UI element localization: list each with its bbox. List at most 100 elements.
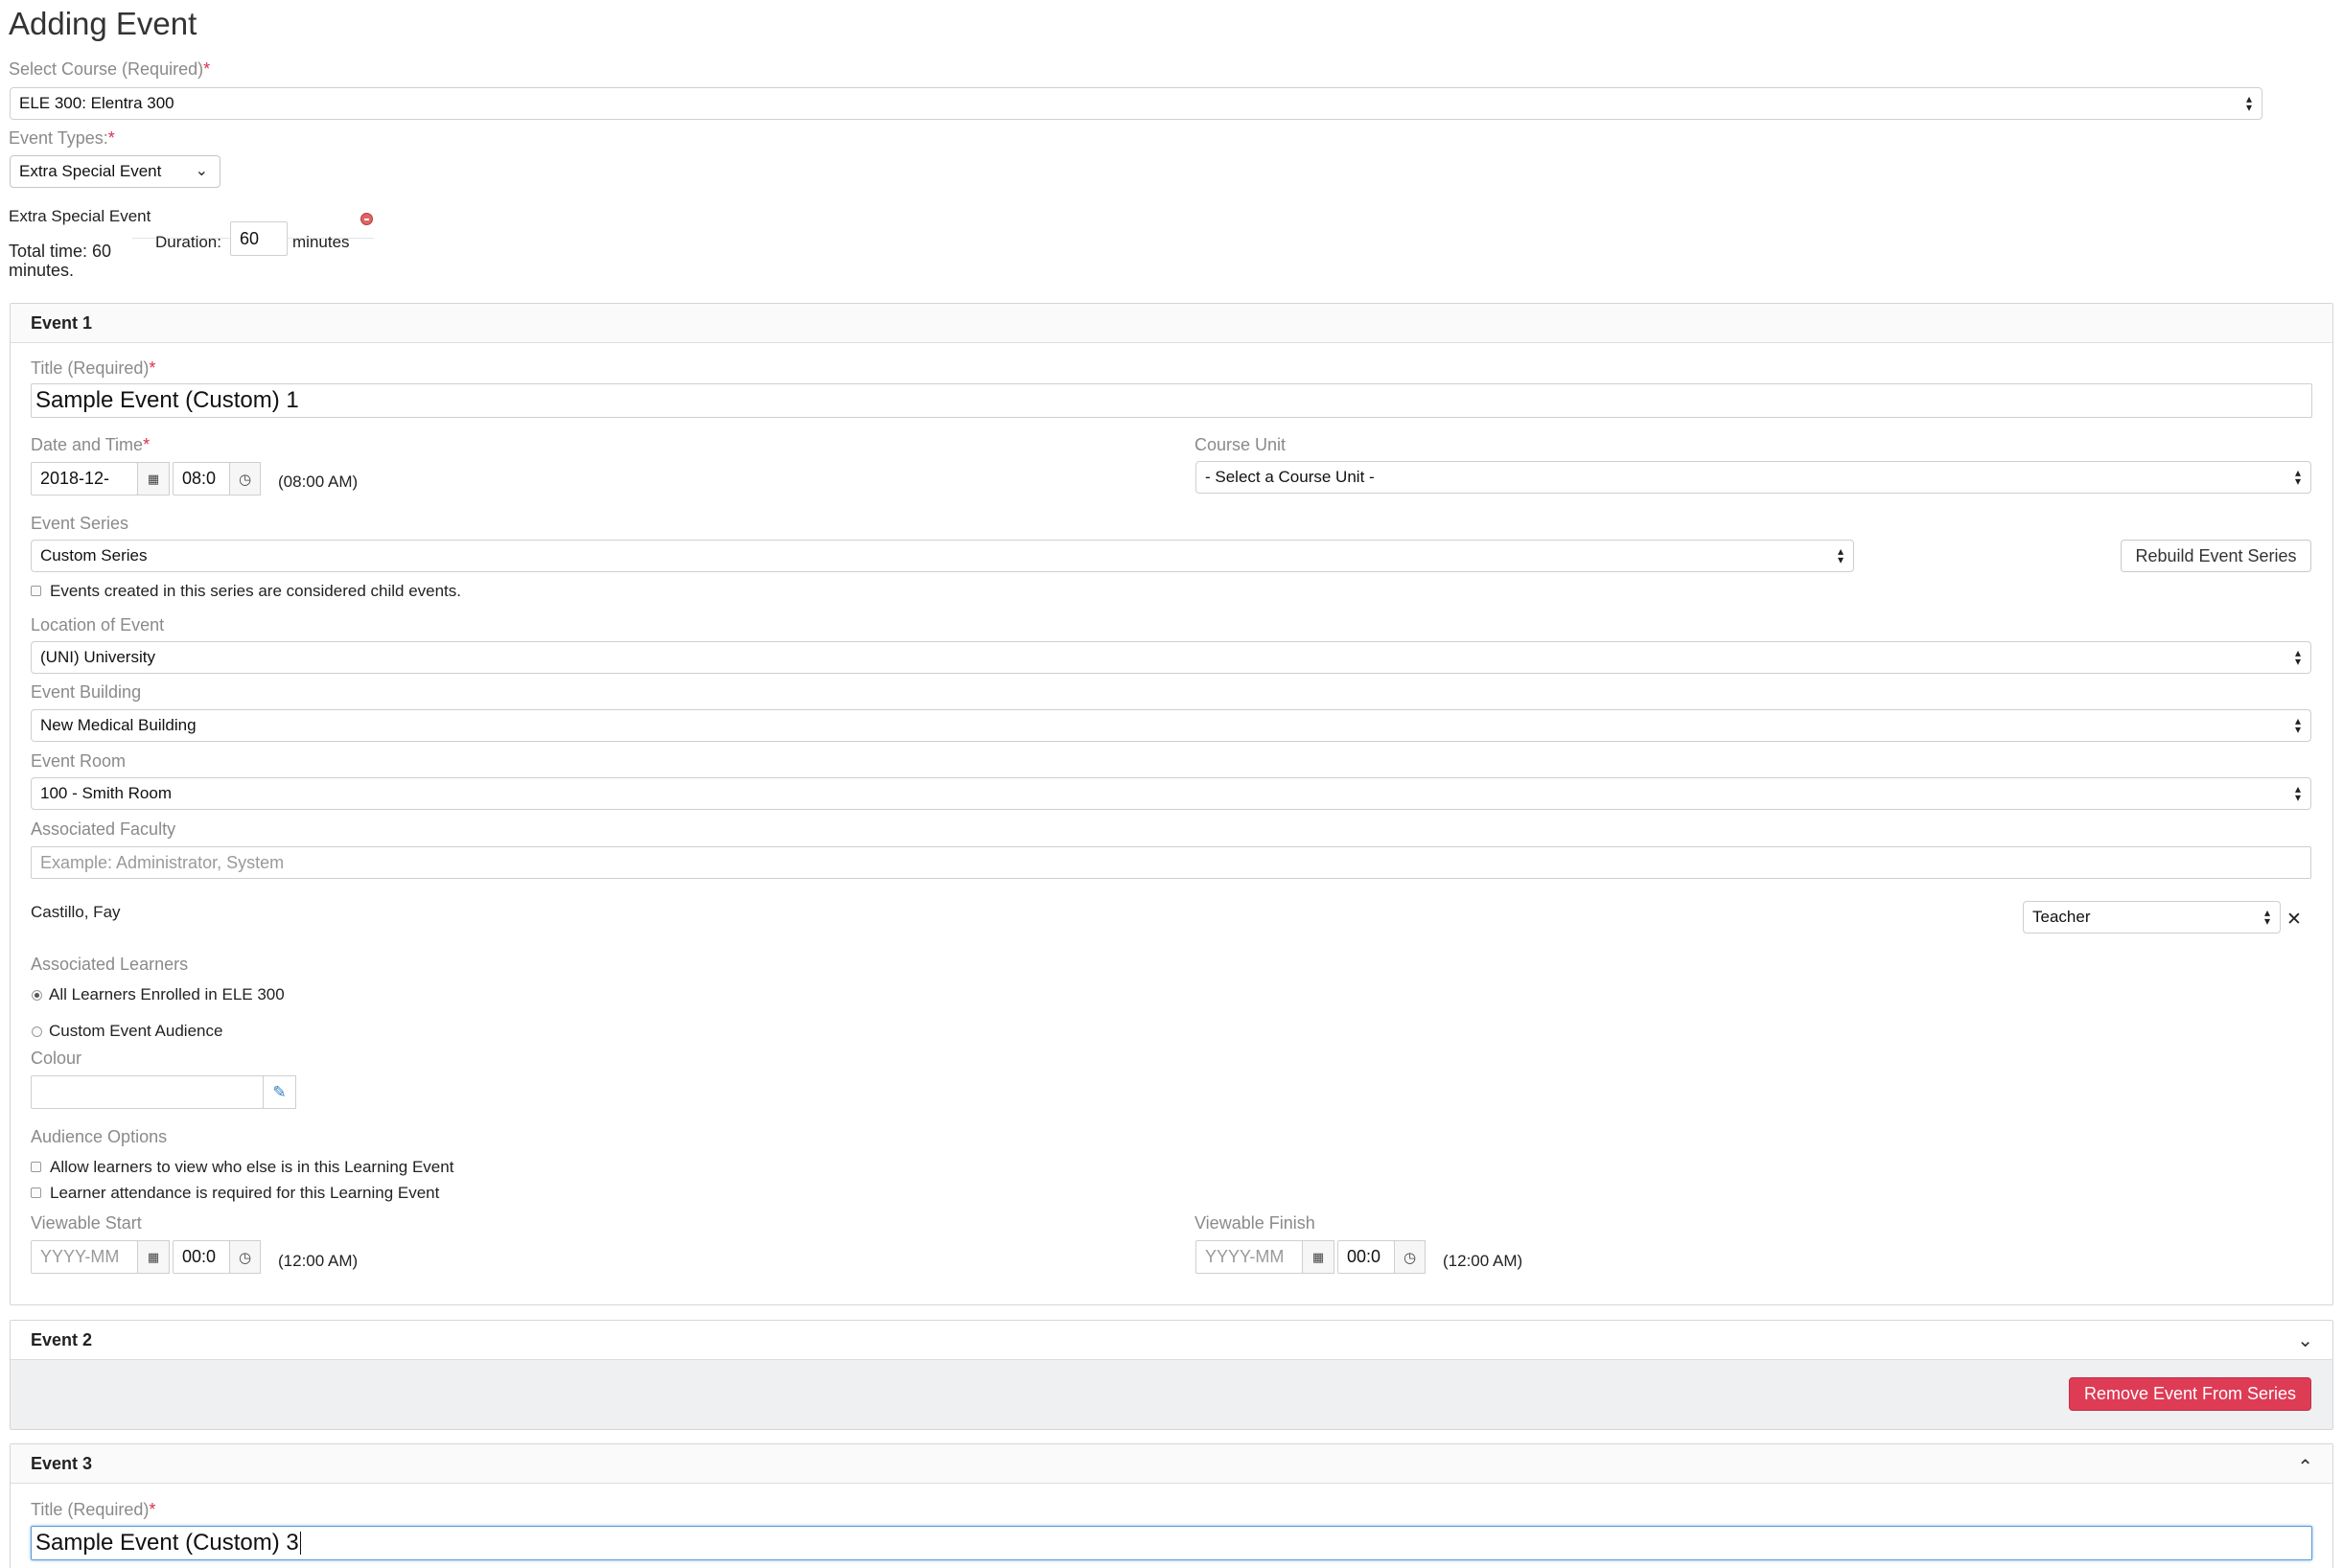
viewable-start-time-input[interactable]: 00:0 — [173, 1240, 230, 1274]
faculty-role-value: Teacher — [2032, 908, 2091, 926]
event-1-title-value: Sample Event (Custom) 1 — [35, 387, 299, 413]
event-series-label: Event Series — [31, 514, 129, 533]
location-value: (UNI) University — [40, 648, 155, 666]
clock-icon[interactable]: ◷ — [1394, 1240, 1426, 1274]
up-down-arrows-icon: ▴ ▾ — [2294, 714, 2301, 736]
event-time-input[interactable]: 08:0 — [173, 462, 230, 496]
page: Adding Event Select Course (Required)* E… — [0, 0, 2343, 1568]
chevron-down-icon[interactable]: ⌄ — [2297, 1328, 2313, 1352]
event-1-title-input[interactable]: Sample Event (Custom) 1 — [31, 383, 2312, 418]
event-date-value: 2018-12- — [40, 469, 110, 488]
duration-label: Duration: — [155, 233, 221, 251]
custom-audience-text: Custom Event Audience — [49, 1022, 223, 1040]
event-3-title-input[interactable]: Sample Event (Custom) 3 — [31, 1526, 2312, 1560]
event-2-panel: Event 2 ⌄ — [10, 1320, 2333, 1430]
event-types-label: Event Types:* — [9, 128, 115, 149]
event-1-header[interactable]: Event 1 — [11, 304, 2332, 343]
view-others-text: Allow learners to view who else is in th… — [50, 1158, 454, 1176]
up-down-arrows-icon: ▴ ▾ — [2294, 782, 2301, 804]
child-events-checkbox[interactable] — [31, 586, 41, 596]
date-time-label-text: Date and Time — [31, 435, 144, 454]
faculty-placeholder: Example: Administrator, System — [40, 852, 285, 872]
custom-audience-radio[interactable] — [32, 1026, 42, 1037]
up-down-arrows-icon: ▴ ▾ — [2263, 906, 2270, 928]
event-date-input[interactable]: 2018-12- — [31, 462, 138, 496]
close-icon[interactable]: ✕ — [2286, 909, 2302, 931]
viewable-finish-date-input[interactable]: YYYY-MM — [1195, 1240, 1303, 1274]
room-value: 100 - Smith Room — [40, 784, 172, 802]
eyedropper-icon[interactable]: ✎ — [263, 1075, 296, 1109]
clock-icon[interactable]: ◷ — [229, 1240, 261, 1274]
colour-label: Colour — [31, 1049, 82, 1068]
building-value: New Medical Building — [40, 716, 197, 734]
faculty-label: Associated Faculty — [31, 819, 176, 839]
course-unit-select[interactable]: - Select a Course Unit - ▴ ▾ — [1195, 461, 2311, 494]
room-label: Event Room — [31, 751, 127, 771]
faculty-role-select[interactable]: Teacher ▴ ▾ — [2023, 901, 2281, 934]
course-label: Select Course (Required)* — [9, 59, 210, 80]
page-title: Adding Event — [9, 6, 197, 41]
course-select-value: ELE 300: Elentra 300 — [19, 94, 174, 112]
clock-icon[interactable]: ◷ — [229, 462, 261, 496]
event-types-label-text: Event Types: — [9, 128, 108, 148]
colour-input[interactable] — [31, 1075, 264, 1109]
required-mark: * — [143, 435, 151, 454]
required-mark: * — [149, 358, 156, 378]
required-mark: * — [203, 59, 211, 79]
event-3-title-value: Sample Event (Custom) 3 — [35, 1530, 299, 1556]
event-2-title: Event 2 — [31, 1330, 93, 1349]
event-time-value: 08:0 — [182, 469, 217, 488]
viewable-start-time-value: 00:0 — [182, 1247, 217, 1266]
viewable-start-date-input[interactable]: YYYY-MM — [31, 1240, 138, 1274]
calendar-icon[interactable]: ▦ — [1302, 1240, 1334, 1274]
title-label-text: Title (Required) — [31, 358, 150, 378]
text-cursor — [299, 1532, 301, 1555]
date-time-label: Date and Time* — [31, 435, 150, 455]
total-time-unit: minutes. — [9, 261, 75, 280]
rebuild-button-label: Rebuild Event Series — [2135, 545, 2297, 565]
room-select[interactable]: 100 - Smith Room ▴ ▾ — [31, 777, 2311, 810]
calendar-icon[interactable]: ▦ — [137, 1240, 170, 1274]
view-others-checkbox[interactable] — [31, 1162, 41, 1172]
all-learners-text: All Learners Enrolled in ELE 300 — [49, 985, 285, 1003]
duration-input[interactable]: 60 — [230, 221, 288, 256]
duration-input-value: 60 — [240, 228, 260, 248]
calendar-icon[interactable]: ▦ — [137, 462, 170, 496]
course-select[interactable]: ELE 300: Elentra 300 ▴ ▾ — [10, 87, 2262, 120]
location-select[interactable]: (UNI) University ▴ ▾ — [31, 641, 2311, 674]
event-series-value: Custom Series — [40, 546, 148, 565]
event-2-header[interactable]: Event 2 ⌄ — [11, 1321, 2332, 1360]
faculty-search-input[interactable]: Example: Administrator, System — [31, 846, 2311, 879]
learners-label: Associated Learners — [31, 955, 189, 974]
chevron-up-icon[interactable]: ⌃ — [2297, 1455, 2313, 1479]
required-mark: * — [107, 128, 115, 148]
all-learners-radio[interactable] — [32, 990, 42, 1001]
event-1-title: Event 1 — [31, 313, 93, 333]
building-label: Event Building — [31, 682, 142, 702]
rebuild-event-series-button[interactable]: Rebuild Event Series — [2121, 540, 2311, 572]
total-time: Total time: 60 — [9, 242, 112, 261]
attendance-required-checkbox[interactable] — [31, 1188, 41, 1198]
course-label-text: Select Course (Required) — [9, 59, 204, 79]
viewable-finish-date-placeholder: YYYY-MM — [1205, 1247, 1285, 1266]
title-label-text: Title (Required) — [31, 1500, 150, 1519]
event-3-title-label: Title (Required)* — [31, 1500, 155, 1520]
building-select[interactable]: New Medical Building ▴ ▾ — [31, 709, 2311, 742]
viewable-finish-label: Viewable Finish — [1195, 1213, 1315, 1233]
event-1-title-label: Title (Required)* — [31, 358, 155, 379]
up-down-arrows-icon: ▴ ▾ — [2294, 466, 2301, 488]
event-types-select[interactable]: Extra Special Event ⌄ — [10, 155, 220, 188]
viewable-start-display: (12:00 AM) — [278, 1252, 359, 1270]
event-3-header[interactable]: Event 3 ⌃ — [11, 1444, 2332, 1484]
child-events-text: Events created in this series are consid… — [50, 582, 462, 600]
audience-options-label: Audience Options — [31, 1127, 168, 1146]
remove-event-from-series-button[interactable]: Remove Event From Series — [2069, 1377, 2311, 1411]
event-series-select[interactable]: Custom Series ▴ ▾ — [31, 540, 1854, 572]
remove-circle-icon[interactable] — [360, 213, 373, 225]
viewable-finish-display: (12:00 AM) — [1443, 1252, 1523, 1270]
viewable-finish-time-input[interactable]: 00:0 — [1337, 1240, 1395, 1274]
chevron-down-icon: ⌄ — [195, 163, 208, 179]
event-3-title: Event 3 — [31, 1454, 93, 1473]
up-down-arrows-icon: ▴ ▾ — [2294, 646, 2301, 668]
attendance-required-text: Learner attendance is required for this … — [50, 1184, 440, 1202]
